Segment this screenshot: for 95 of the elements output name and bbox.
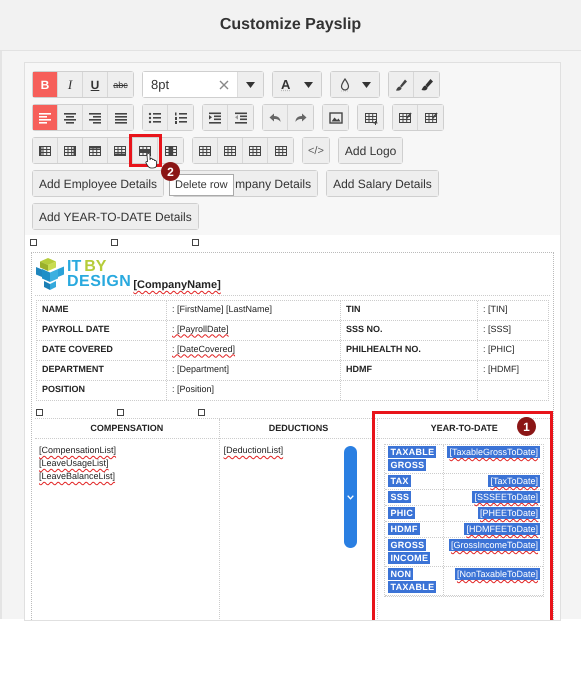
table-grid-icon <box>274 144 288 158</box>
indent-icon <box>208 110 222 124</box>
caret-icon <box>304 82 313 88</box>
caret-icon <box>246 82 255 88</box>
resize-handle[interactable] <box>30 239 37 246</box>
droplet-icon <box>339 78 351 92</box>
table-cell-text: : [FirstName] [LastName] <box>172 304 272 316</box>
resize-handle[interactable] <box>36 409 43 416</box>
table-column-icon <box>63 144 77 158</box>
table-cell: GROSS INCOME <box>385 538 444 566</box>
table-grid-icon <box>248 144 262 158</box>
step-badge: 1 <box>517 417 536 436</box>
table-cell: TAXABLE GROSS <box>385 445 444 473</box>
add-details-button[interactable]: Add YEAR-TO-DATE Details <box>33 204 198 229</box>
resize-handle[interactable] <box>111 239 118 246</box>
cubes-icon <box>35 257 65 291</box>
table-cell-text: NAME <box>42 304 68 316</box>
scroll-down-button[interactable] <box>344 446 357 548</box>
table-column-button[interactable] <box>33 138 58 163</box>
table-cell-text: : [DateCovered] <box>172 344 236 356</box>
code-view-button[interactable]: </> <box>303 138 329 163</box>
resize-handle[interactable] <box>117 409 124 416</box>
delete-column-icon <box>164 144 178 158</box>
table-cell-text: TIN <box>346 304 360 316</box>
table-cell-text: [TaxToDate] <box>487 474 541 489</box>
placeholder-text: [DeductionList] <box>224 445 284 457</box>
add-details-button[interactable]: Add Logo <box>338 138 402 163</box>
placeholder-text: [LeaveBalanceList] <box>39 471 116 483</box>
caret-icon <box>362 82 371 88</box>
undo-icon <box>268 110 282 124</box>
indent-button[interactable] <box>203 105 228 130</box>
table-cell: TAX <box>385 474 444 489</box>
table-cell: NON TAXABLE <box>385 567 444 595</box>
clear-icon[interactable] <box>219 80 229 90</box>
text-color-button[interactable]: A <box>273 72 321 97</box>
table-cell-text: [SSSEEToDate] <box>471 490 541 505</box>
image-icon <box>328 110 342 124</box>
table-cell-text: : [TIN] <box>483 304 508 316</box>
redo-icon <box>294 110 308 124</box>
table-cell-text: DATE COVERED <box>42 344 113 356</box>
table-cell-text: : [PHIC] <box>483 344 515 356</box>
numbered-list-icon <box>174 110 188 124</box>
column-heading: COMPENSATION <box>35 419 219 439</box>
brush-button[interactable] <box>389 72 414 97</box>
resize-handle[interactable] <box>192 239 199 246</box>
undo-button[interactable] <box>263 105 288 130</box>
chevron-down-icon <box>346 494 354 500</box>
font-size-field[interactable]: 8pt <box>143 72 238 97</box>
table-cell: HDMF <box>385 522 444 537</box>
table-cell-text: PAYROLL DATE <box>42 324 110 336</box>
table-cell-text: HDMF <box>346 364 372 376</box>
table-edit-icon <box>398 110 412 124</box>
add-details-button[interactable]: Add Employee Details <box>33 171 164 196</box>
table-row-icon <box>113 144 127 158</box>
align-left-icon <box>38 110 52 124</box>
bulleted-list-button[interactable] <box>143 105 168 130</box>
table-cell-text: : [PayrollDate] <box>172 324 229 336</box>
table-cell: PHIC <box>385 506 444 521</box>
table-cell-text: DEPARTMENT <box>42 364 104 376</box>
justify-icon <box>114 110 128 124</box>
table-cell-text: : [Position] <box>172 384 214 396</box>
company-logo: IT BY DESIGN <box>35 257 132 291</box>
company-name: [CompanyName] <box>133 279 221 291</box>
delete-row-icon <box>138 144 152 158</box>
resize-handle[interactable] <box>198 409 205 416</box>
table-cell-text: [GrossIncomeToDate] <box>448 538 541 553</box>
table-grid-icon <box>223 144 237 158</box>
table-icon <box>364 110 378 124</box>
table-grid-icon <box>198 144 212 158</box>
table-cell-text: SSS NO. <box>346 324 383 336</box>
brush-icon <box>420 78 434 92</box>
align-center-icon <box>63 110 77 124</box>
table-edit-icon <box>424 110 438 124</box>
window-title: Customize Payslip <box>220 16 362 34</box>
table-cell: SSS <box>385 490 444 505</box>
table-cell-text: PHILHEALTH NO. <box>346 344 421 356</box>
table-cell-text: : [Department] <box>172 364 230 376</box>
table-grid-button[interactable] <box>193 138 218 163</box>
table-column-icon <box>38 144 52 158</box>
outdent-icon <box>234 110 248 124</box>
table-cell-text: [TaxableGrossToDate] <box>446 445 541 460</box>
align-right-icon <box>88 110 102 124</box>
table-cell-text: POSITION <box>42 384 86 396</box>
column-heading: DEDUCTIONS <box>220 419 378 439</box>
table-cell-text: [NonTaxableToDate] <box>454 567 541 582</box>
placeholder-text: [LeaveUsageList] <box>39 458 109 470</box>
brush-icon <box>394 78 408 92</box>
add-details-button[interactable]: Add Salary Details <box>327 171 438 196</box>
table-cell-text: [HDMFEEToDate] <box>463 522 541 537</box>
table-cell-text: [PHEEToDate] <box>476 506 541 521</box>
bulleted-list-icon <box>148 110 162 124</box>
placeholder-text: [CompensationList] <box>39 445 116 457</box>
table-edit-button[interactable] <box>393 105 418 130</box>
table-cell-text: : [HDMF] <box>483 364 519 376</box>
table-cell-text: : [SSS] <box>483 324 512 336</box>
